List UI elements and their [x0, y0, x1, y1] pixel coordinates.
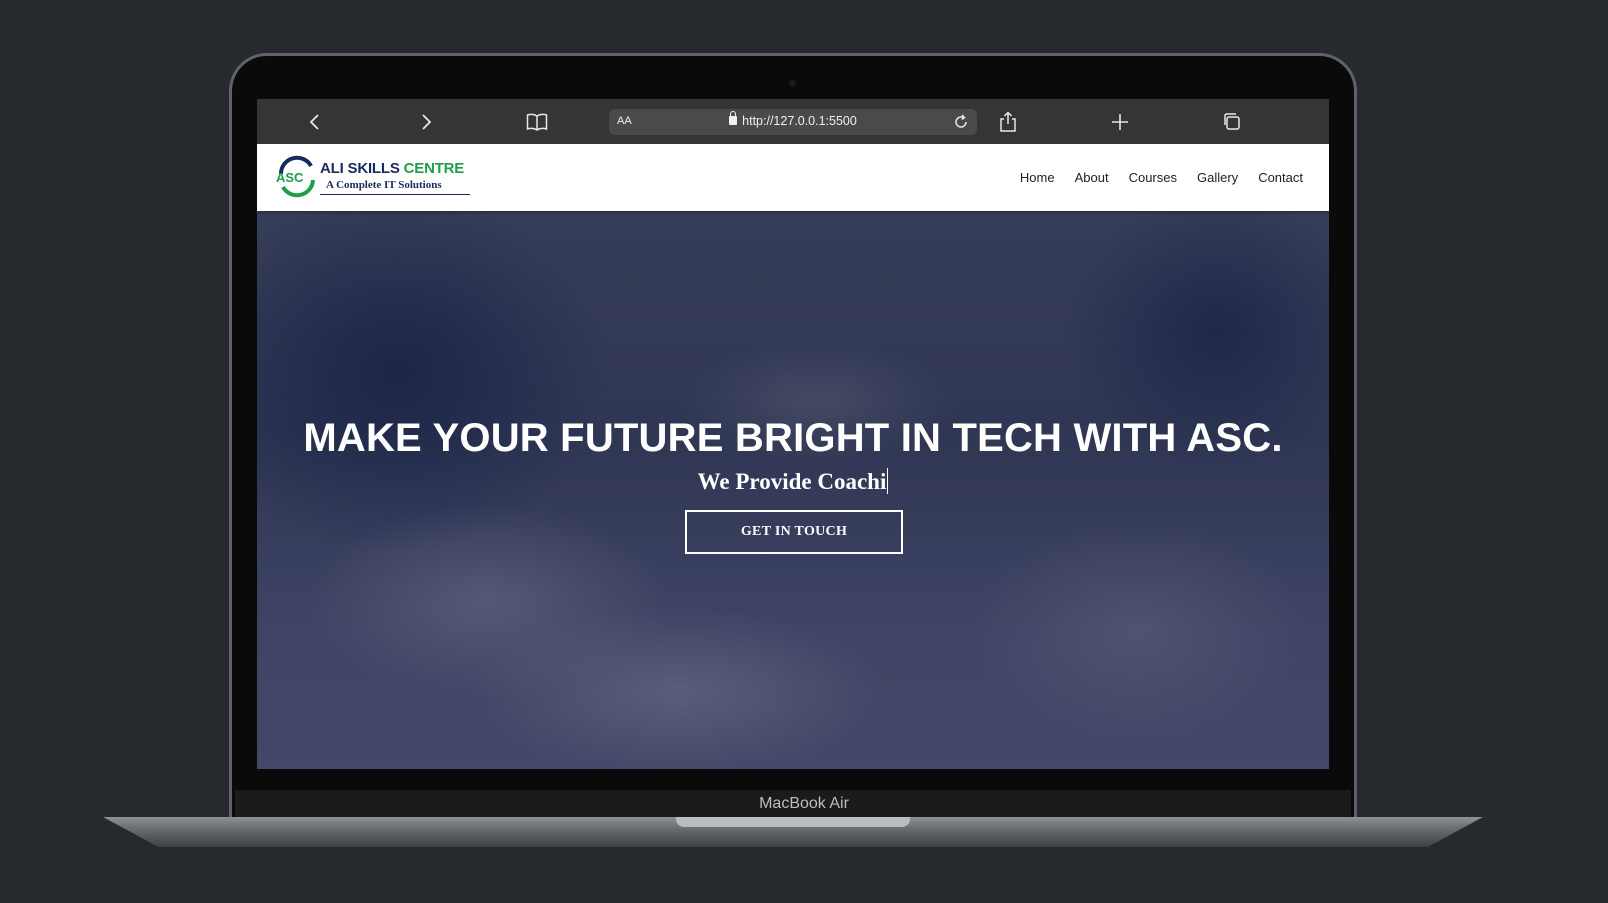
logo-underline [320, 194, 470, 195]
nav-about[interactable]: About [1075, 170, 1109, 185]
url-text[interactable]: http://127.0.0.1:5500 [742, 114, 857, 128]
device-label: MacBook Air [759, 795, 849, 812]
nav-gallery[interactable]: Gallery [1197, 170, 1238, 185]
logo-badge: ASC [276, 170, 304, 185]
logo-title-part1: ALI SKILLS [320, 160, 400, 177]
laptop-notch [676, 817, 910, 827]
tabs-icon[interactable] [1220, 110, 1244, 134]
nav-home[interactable]: Home [1020, 170, 1055, 185]
camera-icon [789, 80, 796, 87]
back-icon[interactable] [303, 110, 327, 134]
hero-subtitle: We Provide Coachi [257, 468, 1329, 495]
logo-title-part2: CENTRE [403, 160, 465, 177]
hero-typed-text: We Provide Coachi [697, 469, 887, 494]
address-bar[interactable]: AA http://127.0.0.1:5500 [609, 109, 977, 135]
hero-section: MAKE YOUR FUTURE BRIGHT IN TECH WITH ASC… [257, 211, 1329, 769]
site-header: ASC ALI SKILLS CENTRE A Complete IT Solu… [257, 144, 1329, 211]
share-icon[interactable] [996, 110, 1020, 134]
nav-contact[interactable]: Contact [1258, 170, 1303, 185]
reload-icon[interactable] [951, 112, 971, 132]
bookmarks-icon[interactable] [525, 110, 549, 134]
new-tab-icon[interactable] [1108, 110, 1132, 134]
get-in-touch-button[interactable]: GET IN TOUCH [685, 510, 903, 554]
browser-toolbar: AA http://127.0.0.1:5500 [257, 99, 1329, 144]
forward-icon[interactable] [414, 110, 438, 134]
logo-subtitle: A Complete IT Solutions [326, 179, 442, 191]
typing-caret [887, 468, 889, 494]
nav-courses[interactable]: Courses [1129, 170, 1177, 185]
lock-icon [729, 111, 738, 125]
hero-title: MAKE YOUR FUTURE BRIGHT IN TECH WITH ASC… [303, 416, 1283, 460]
logo-title: ALI SKILLS CENTRE [320, 160, 464, 177]
screen: AA http://127.0.0.1:5500 ASC ALI SKILLS … [257, 99, 1329, 769]
main-nav: Home About Courses Gallery Contact [1020, 170, 1303, 185]
site-logo[interactable]: ASC ALI SKILLS CENTRE A Complete IT Solu… [275, 154, 480, 200]
asc-logo-icon: ASC [276, 155, 315, 198]
